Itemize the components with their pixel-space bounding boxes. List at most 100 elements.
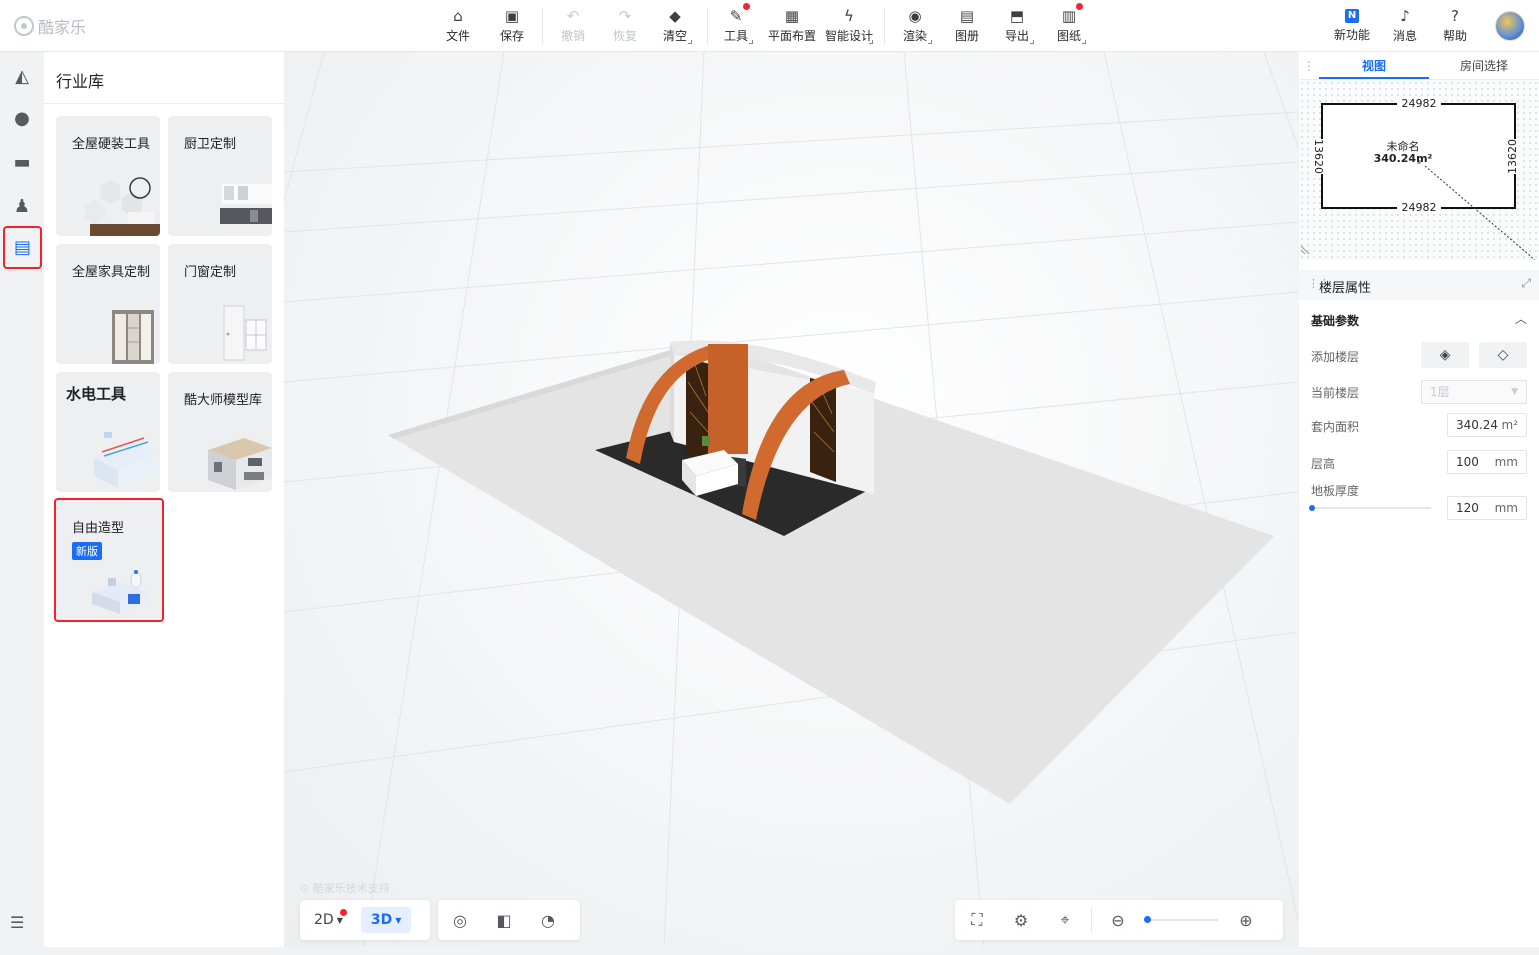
zoom-slider-thumb[interactable] bbox=[1144, 916, 1151, 923]
chevron-up-icon[interactable]: ︿ bbox=[1515, 310, 1527, 327]
redo-button[interactable]: ↷ 恢复 bbox=[605, 6, 645, 48]
smart-design-button[interactable]: ϟ 智能设计 bbox=[822, 6, 876, 48]
messages-label: 消息 bbox=[1392, 29, 1417, 43]
export-label: 导出 bbox=[1004, 29, 1029, 43]
mode-2d-button[interactable]: 2D ▼ bbox=[304, 907, 353, 933]
card-doors-windows[interactable]: 门窗定制 bbox=[168, 244, 272, 364]
expand-icon[interactable]: ⤢ bbox=[1521, 276, 1531, 291]
app-name: 酷家乐 bbox=[38, 18, 87, 37]
eraser-icon: ◆ bbox=[669, 7, 681, 25]
cube-icon: ◧ bbox=[496, 910, 512, 930]
rail-collapse-button[interactable]: ☰ bbox=[10, 913, 32, 933]
card-kitchen-bath[interactable]: 厨卫定制 bbox=[168, 116, 272, 236]
mode-3d-label: 3D bbox=[370, 912, 393, 928]
card-whole-house-furniture[interactable]: 全屋家具定制 bbox=[56, 244, 160, 364]
chevron-down-icon: ▼ bbox=[336, 915, 343, 925]
file-button[interactable]: ⌂ 文件 bbox=[438, 6, 478, 48]
camera-settings-button[interactable]: ⚙ bbox=[1007, 906, 1035, 934]
view-tabs: ⋮ 视图 房间选择 bbox=[1299, 52, 1539, 80]
person-icon: ♟ bbox=[13, 195, 31, 217]
card-label: 水电工具 bbox=[66, 385, 127, 403]
thickness-field[interactable]: 120 mm bbox=[1447, 496, 1527, 520]
tools-button[interactable]: ✎ 工具 bbox=[716, 3, 756, 48]
current-floor-select[interactable]: 1层 ▼ bbox=[1421, 380, 1527, 404]
fit-view-button[interactable]: ⛶ bbox=[963, 906, 991, 934]
export-button[interactable]: ⬒ 导出 bbox=[997, 6, 1037, 48]
rail-user-button[interactable]: ♟ bbox=[8, 192, 36, 220]
minimap[interactable]: 24982 24982 13620 13620 未命名 340.24m² bbox=[1299, 80, 1539, 261]
save-icon: ▣ bbox=[504, 7, 520, 25]
zoom-out-button[interactable]: ⊖ bbox=[1104, 906, 1132, 934]
area-unit: m² bbox=[1501, 418, 1519, 432]
home-file-icon: ⌂ bbox=[453, 7, 463, 25]
clear-label: 清空 bbox=[662, 29, 687, 43]
wardrobe-thumbnail bbox=[112, 310, 154, 364]
thickness-label: 地板厚度 bbox=[1311, 484, 1360, 498]
render-label: 渲染 bbox=[902, 29, 927, 43]
thickness-slider-thumb[interactable] bbox=[1309, 505, 1315, 511]
area-field[interactable]: 340.24 m² bbox=[1447, 413, 1527, 437]
album-button[interactable]: ▤ 图册 bbox=[947, 6, 987, 48]
visibility-button[interactable]: ◎ bbox=[446, 906, 474, 934]
layers-add-below-icon: ◇ bbox=[1497, 347, 1509, 363]
store-icon: ▤ bbox=[13, 237, 31, 258]
room-area: 340.24m² bbox=[1373, 152, 1433, 165]
card-plumbing-electric[interactable]: 水电工具 bbox=[56, 372, 160, 492]
drawing-button[interactable]: ▥ 图纸 bbox=[1049, 3, 1089, 48]
card-kudashi-model-library[interactable]: 酷大师模型库 bbox=[168, 372, 272, 492]
help-button[interactable]: ? 帮助 bbox=[1435, 6, 1475, 48]
card-free-modeling[interactable]: 自由造型 新版 bbox=[54, 498, 164, 622]
rail-furniture-button[interactable]: ▬ bbox=[8, 148, 36, 176]
undo-button[interactable]: ↶ 撤销 bbox=[553, 6, 593, 48]
bell-icon: ♪ bbox=[1400, 7, 1410, 25]
clear-button[interactable]: ◆ 清空 bbox=[655, 6, 695, 48]
new-feature-icon: N bbox=[1345, 9, 1359, 23]
add-floor-above-button[interactable]: ◈ bbox=[1421, 342, 1469, 368]
card-label: 门窗定制 bbox=[184, 265, 237, 280]
tab-view[interactable]: 视图 bbox=[1319, 52, 1429, 79]
notification-dot bbox=[339, 909, 347, 916]
performance-button[interactable]: ◔ bbox=[534, 906, 562, 934]
floorplan-label: 平面布置 bbox=[767, 29, 816, 43]
thickness-slider[interactable] bbox=[1309, 505, 1431, 511]
dropdown-corner-icon bbox=[1030, 40, 1034, 44]
app-logo[interactable]: 酷家乐 bbox=[14, 14, 86, 38]
save-button[interactable]: ▣ 保存 bbox=[492, 6, 532, 48]
3d-viewport[interactable]: ⊙ 酷家乐技术支持 2D ▼ 3D ▼ ◎ ◧ ◔ ⛶ ⚙ ⌖ ⊖ ⊕ bbox=[284, 52, 1298, 947]
mode-3d-button[interactable]: 3D ▼ bbox=[360, 907, 412, 933]
free-modeling-thumbnail bbox=[92, 570, 148, 614]
zoom-slider[interactable] bbox=[1144, 916, 1218, 923]
card-whole-house-hardware[interactable]: 全屋硬装工具 bbox=[56, 116, 160, 236]
drawing-label: 图纸 bbox=[1056, 29, 1081, 43]
user-avatar[interactable] bbox=[1495, 11, 1525, 41]
undo-icon: ↶ bbox=[566, 7, 580, 25]
dropdown-corner-icon bbox=[928, 40, 932, 44]
floor-properties-title: 楼层属性 bbox=[1319, 281, 1372, 296]
messages-button[interactable]: ♪ 消息 bbox=[1385, 6, 1425, 48]
cube-view-button[interactable]: ◧ bbox=[490, 906, 518, 934]
zoom-in-button[interactable]: ⊕ bbox=[1232, 906, 1260, 934]
rail-structure-button[interactable]: ◭ bbox=[8, 62, 36, 90]
drag-handle-icon[interactable]: ⋮ bbox=[1299, 52, 1319, 79]
add-floor-below-button[interactable]: ◇ bbox=[1479, 342, 1527, 368]
floorplan-button[interactable]: ▦ 平面布置 bbox=[766, 6, 818, 48]
wrench-icon: ✎ bbox=[729, 7, 743, 25]
tab-room-select[interactable]: 房间选择 bbox=[1429, 52, 1539, 79]
height-field[interactable]: 100 mm bbox=[1447, 450, 1527, 474]
hardware-thumbnail bbox=[85, 177, 160, 236]
zoom-in-icon: ⊕ bbox=[1239, 910, 1253, 930]
album-icon: ▤ bbox=[959, 7, 975, 25]
scene-canvas bbox=[284, 52, 1298, 947]
area-value: 340.24 bbox=[1456, 418, 1498, 432]
redo-icon: ↷ bbox=[618, 7, 632, 25]
drawing-icon: ▥ bbox=[1061, 7, 1077, 25]
area-label: 套内面积 bbox=[1311, 420, 1360, 434]
new-feature-button[interactable]: N 新功能 bbox=[1330, 6, 1374, 48]
divider bbox=[44, 103, 284, 104]
rail-lighting-button[interactable]: ● bbox=[8, 104, 36, 132]
rail-industry-library-button[interactable]: ▤ bbox=[3, 226, 42, 269]
focus-button[interactable]: ⌖ bbox=[1051, 906, 1079, 934]
top-toolbar: 酷家乐 ⌂ 文件 ▣ 保存 ↶ 撤销 ↷ 恢复 ◆ 清空 ✎ 工具 ▦ 平面布置… bbox=[0, 0, 1539, 52]
render-button[interactable]: ◉ 渲染 bbox=[895, 6, 935, 48]
dimension-bottom: 24982 bbox=[1397, 201, 1441, 214]
